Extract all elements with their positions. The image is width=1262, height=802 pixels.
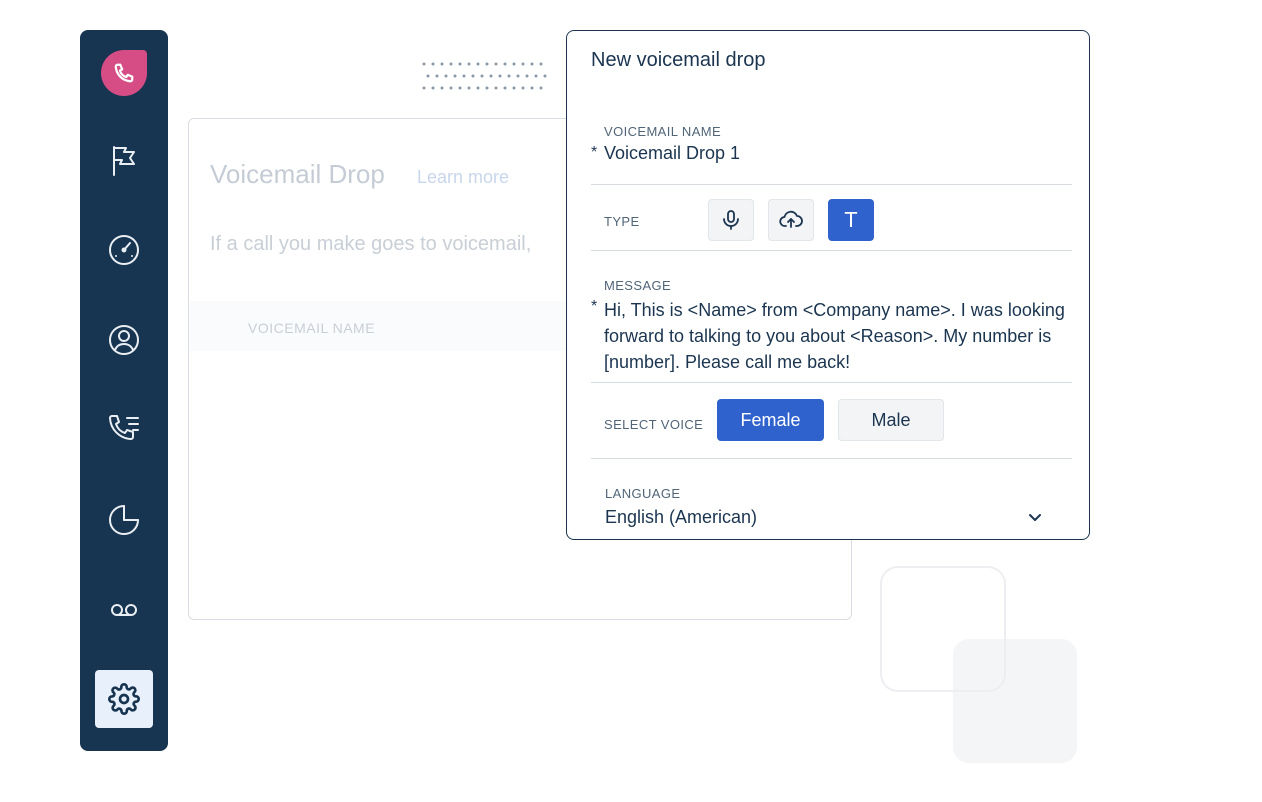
decoration-dot: [498, 74, 502, 78]
decoration-dot: [525, 74, 529, 78]
language-label: LANGUAGE: [605, 486, 681, 501]
decoration-dot: [449, 86, 453, 90]
decoration-dot: [521, 86, 525, 90]
decoration-dot: [503, 62, 507, 66]
decoration-dot: [494, 86, 498, 90]
decoration-dot: [471, 74, 475, 78]
decoration-dot: [458, 62, 462, 66]
decoration-dot: [462, 74, 466, 78]
decoration-dot: [476, 62, 480, 66]
decoration-dot: [422, 62, 426, 66]
decoration-dot: [444, 74, 448, 78]
pie-chart-icon[interactable]: [106, 502, 142, 538]
user-circle-icon[interactable]: [106, 322, 142, 358]
decoration-dot: [543, 74, 547, 78]
decoration-dot: [489, 74, 493, 78]
divider: [591, 458, 1072, 459]
dots-decoration: [422, 62, 547, 90]
voicemail-name-label: VOICEMAIL NAME: [604, 124, 722, 139]
panel-title: Voicemail Drop: [210, 159, 385, 189]
message-label: MESSAGE: [604, 278, 672, 293]
divider: [591, 250, 1072, 251]
microphone-icon[interactable]: [708, 199, 754, 241]
decoration-dot: [521, 62, 525, 66]
decoration-dot: [512, 86, 516, 90]
decoration-dot: [539, 86, 543, 90]
decoration-dot: [426, 74, 430, 78]
phone-icon[interactable]: [101, 50, 147, 96]
female-voice-button[interactable]: Female: [717, 399, 824, 441]
flag-icon[interactable]: [106, 142, 142, 178]
text-icon[interactable]: T: [828, 199, 874, 241]
voicemail-name-input[interactable]: Voicemail Drop 1: [604, 143, 740, 164]
divider: [591, 382, 1072, 383]
text-type-glyph: T: [844, 208, 858, 232]
decoration-dot: [539, 62, 543, 66]
decoration-dot: [530, 62, 534, 66]
decoration-dot: [440, 86, 444, 90]
learn-more-link[interactable]: Learn more: [417, 167, 509, 188]
decoration-dot: [512, 62, 516, 66]
decoration-dot: [530, 86, 534, 90]
decoration-dot: [480, 74, 484, 78]
decoration-dot: [453, 74, 457, 78]
decoration-dot: [431, 62, 435, 66]
decoration-dot: [516, 74, 520, 78]
decoration-dot: [476, 86, 480, 90]
required-marker: *: [591, 144, 598, 161]
decoration-dot: [507, 74, 511, 78]
decoration-dot: [435, 74, 439, 78]
column-header-voicemail-name: VOICEMAIL NAME: [248, 320, 376, 336]
cloud-upload-icon[interactable]: [768, 199, 814, 241]
male-voice-button[interactable]: Male: [838, 399, 944, 441]
divider: [591, 184, 1072, 185]
gauge-icon[interactable]: [106, 232, 142, 268]
decoration-dot: [467, 86, 471, 90]
decoration-dot: [431, 86, 435, 90]
type-label: TYPE: [604, 214, 640, 229]
new-voicemail-drop-dialog: New voicemail drop VOICEMAIL NAME * Voic…: [566, 30, 1090, 540]
decoration-dot: [503, 86, 507, 90]
decoration-dot: [440, 62, 444, 66]
decoration-dot: [485, 86, 489, 90]
sidebar: [80, 30, 168, 751]
decoration-dot: [467, 62, 471, 66]
chevron-down-icon[interactable]: [1027, 509, 1043, 530]
required-marker: *: [591, 298, 598, 315]
panel-description: If a call you make goes to voicemail,: [210, 233, 532, 255]
call-list-icon[interactable]: [106, 412, 142, 448]
select-voice-label: SELECT VOICE: [604, 417, 704, 432]
decoration-dot: [485, 62, 489, 66]
decoration-dot: [449, 62, 453, 66]
decoration-dot: [422, 86, 426, 90]
language-select[interactable]: English (American): [605, 507, 757, 528]
decoration-dot: [458, 86, 462, 90]
voicemail-icon[interactable]: [106, 592, 142, 628]
decoration-dot: [494, 62, 498, 66]
gear-icon[interactable]: [95, 670, 153, 728]
decorative-square-outline: [880, 566, 1006, 692]
message-textarea[interactable]: Hi, This is <Name> from <Company name>. …: [604, 297, 1074, 375]
decoration-dot: [534, 74, 538, 78]
dialog-title: New voicemail drop: [591, 49, 766, 71]
